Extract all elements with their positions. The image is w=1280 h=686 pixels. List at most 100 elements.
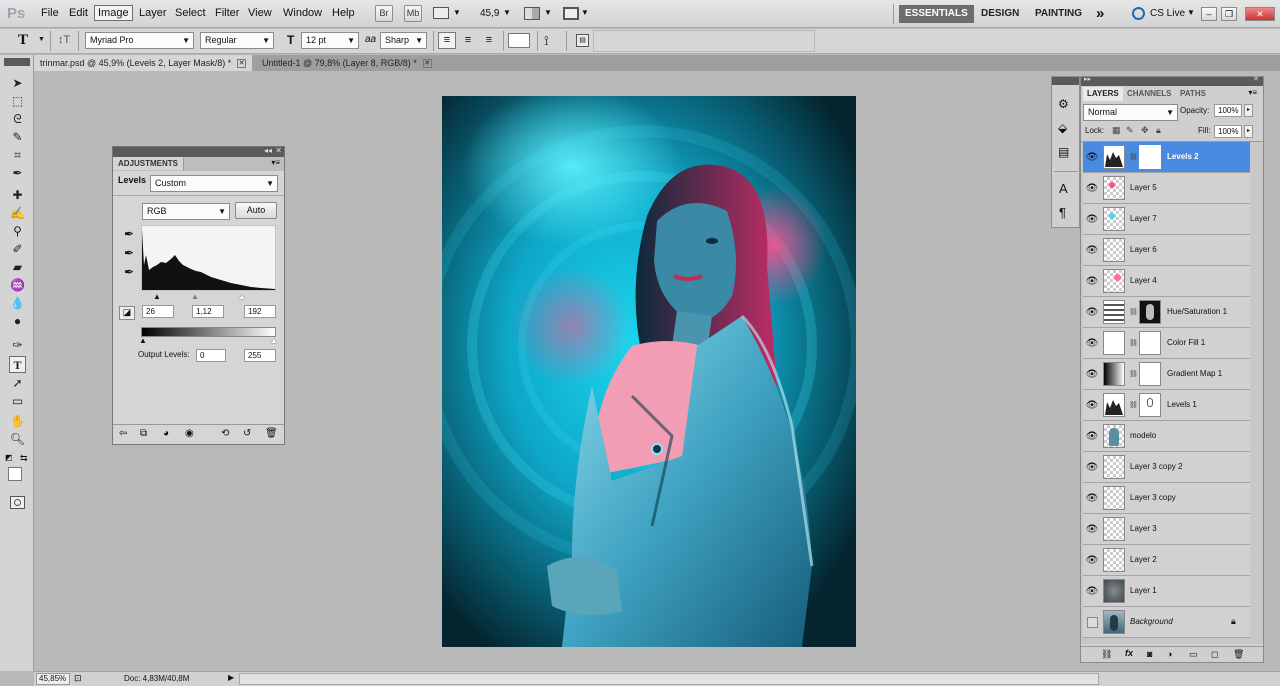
menu-file[interactable]: File <box>41 7 59 19</box>
align-left-icon[interactable]: ≡ <box>438 32 456 49</box>
quick-mask-icon[interactable] <box>10 496 25 509</box>
layer-row-levels-2[interactable]: 👁︎ ⛓ Levels 2 <box>1083 142 1250 173</box>
tab-adjustments[interactable]: ADJUSTMENTS <box>113 157 185 170</box>
layer-row-layer-3-copy-2[interactable]: 👁︎ Layer 3 copy 2 <box>1083 452 1250 483</box>
workspace-design[interactable]: DESIGN <box>975 5 1025 23</box>
eye-icon[interactable]: 👁︎ <box>1085 524 1099 535</box>
paragraph-panel-icon[interactable]: ¶ <box>1059 205 1066 220</box>
masks-panel-icon[interactable]: ⬙ <box>1058 121 1067 135</box>
layer-row-color-fill-1[interactable]: 👁︎ ⛓ Color Fill 1 <box>1083 328 1250 359</box>
minibridge-button[interactable]: Mb <box>404 5 422 22</box>
eye-icon[interactable]: 👁︎ <box>1085 369 1099 380</box>
foreground-color-swatch[interactable] <box>8 467 22 481</box>
clipping-preview-icon[interactable]: ◪ <box>119 306 135 320</box>
cs-live-label[interactable]: CS Live <box>1150 8 1185 19</box>
return-to-list-icon[interactable]: ⇦ <box>119 428 127 439</box>
brush-tool-icon[interactable]: ✍ <box>9 205 26 222</box>
eye-icon[interactable]: 👁︎ <box>1085 276 1099 287</box>
minimize-icon[interactable]: – <box>1201 7 1217 21</box>
lock-transparency-icon[interactable]: ▦ <box>1112 125 1121 136</box>
layer-row-layer-4[interactable]: 👁︎ Layer 4 <box>1083 266 1250 297</box>
close-icon[interactable]: ✕ <box>422 59 432 69</box>
close-icon[interactable]: ✕ <box>1253 75 1259 83</box>
zoom-field[interactable]: 45,85% <box>36 673 70 685</box>
mask-thumbnail[interactable] <box>1139 145 1161 169</box>
link-layers-icon[interactable]: ⛓ <box>1101 649 1112 660</box>
zoom-level-display[interactable]: 45,9 <box>480 8 499 19</box>
paint-bucket-icon[interactable]: ♒ <box>9 277 26 294</box>
menu-select[interactable]: Select <box>175 7 206 19</box>
menu-image[interactable]: Image <box>94 5 133 21</box>
preset-select[interactable]: Custom ▼ <box>150 175 278 192</box>
layer-row-layer-1[interactable]: 👁︎ Layer 1 <box>1083 576 1250 607</box>
reset-icon[interactable]: ↺ <box>243 428 251 439</box>
restore-icon[interactable]: ❐ <box>1221 7 1237 21</box>
chevron-down-icon[interactable]: ▼ <box>453 8 461 17</box>
align-center-icon[interactable]: ≡ <box>459 32 477 49</box>
warp-text-icon[interactable]: ⟟ <box>544 33 549 49</box>
eye-icon[interactable]: 👁︎ <box>1085 338 1099 349</box>
lasso-tool-icon[interactable]: ᘓ <box>9 111 26 128</box>
menu-window[interactable]: Window <box>283 7 322 19</box>
layer-row-layer-5[interactable]: 👁︎ Layer 5 <box>1083 173 1250 204</box>
toggle-orientation-icon[interactable]: ↕T <box>58 34 70 46</box>
layer-row-levels-1[interactable]: 👁︎ ⛓ Levels 1 <box>1083 390 1250 421</box>
history-brush-icon[interactable]: ✐ <box>9 241 26 258</box>
chevron-down-icon[interactable]: ▼ <box>38 36 45 43</box>
path-selection-icon[interactable]: ➚ <box>9 375 26 392</box>
font-family-select[interactable]: Myriad Pro ▼ <box>85 32 194 49</box>
link-icon[interactable]: ⛓ <box>1129 153 1138 161</box>
character-panel-icon[interactable]: ▤ <box>576 34 589 47</box>
hand-tool-icon[interactable]: ✋ <box>9 413 26 430</box>
layer-row-modelo[interactable]: 👁︎ modelo <box>1083 421 1250 452</box>
tab-layers[interactable]: LAYERS <box>1083 87 1123 101</box>
link-icon[interactable]: ⛓ <box>1129 370 1138 378</box>
arrange-documents-icon[interactable] <box>524 7 540 20</box>
close-icon[interactable]: ✕ <box>275 146 282 155</box>
fill-field[interactable]: 100% <box>1214 125 1242 138</box>
chevron-right-icon[interactable]: ▸ <box>1244 104 1253 117</box>
panel-menu-icon[interactable]: ▾≡ <box>1248 88 1257 97</box>
text-color-swatch[interactable] <box>508 33 530 48</box>
lock-position-icon[interactable]: ✥ <box>1141 125 1149 136</box>
eye-icon[interactable]: 👁︎ <box>1085 431 1099 442</box>
antialias-select[interactable]: Sharp ▼ <box>380 32 427 49</box>
layer-row-gradient-map-1[interactable]: 👁︎ ⛓ Gradient Map 1 <box>1083 359 1250 390</box>
tab-trinmar[interactable]: trinmar.psd @ 45,9% (Levels 2, Layer Mas… <box>34 55 253 71</box>
eye-icon[interactable]: 👁︎ <box>1085 493 1099 504</box>
black-point-eyedropper-icon[interactable]: ✒ <box>124 227 134 241</box>
view-extras-icon[interactable] <box>433 7 449 19</box>
add-mask-icon[interactable]: ◙ <box>1147 649 1152 659</box>
blur-tool-icon[interactable]: 💧 <box>9 295 26 312</box>
eye-icon[interactable]: 👁︎ <box>1085 214 1099 225</box>
font-size-select[interactable]: 12 pt ▼ <box>301 32 359 49</box>
expand-icon[interactable]: ▸▸ <box>1084 75 1091 83</box>
chevron-down-icon[interactable]: ▼ <box>503 8 511 17</box>
layer-row-layer-3[interactable]: 👁︎ Layer 3 <box>1083 514 1250 545</box>
horizontal-scrollbar[interactable] <box>239 673 1099 685</box>
eye-icon[interactable]: 👁︎ <box>1085 555 1099 566</box>
screen-mode-icon[interactable] <box>563 7 579 20</box>
eye-icon[interactable]: 👁︎ <box>1085 400 1099 411</box>
layer-row-hue-saturation-1[interactable]: 👁︎ ⛓ Hue/Saturation 1 <box>1083 297 1250 328</box>
auto-button[interactable]: Auto <box>235 202 277 219</box>
output-white-slider[interactable]: ▲ <box>270 336 278 345</box>
eye-icon[interactable]: 👁︎ <box>1085 586 1099 597</box>
input-white-field[interactable]: 192 <box>244 305 276 318</box>
eye-icon[interactable]: 👁︎ <box>1085 307 1099 318</box>
visibility-toggle-empty[interactable] <box>1087 617 1098 628</box>
pen-tool-icon[interactable]: ✑ <box>9 337 26 354</box>
swap-colors-icon[interactable]: ⇆ <box>20 453 28 464</box>
link-icon[interactable]: ⛓ <box>1129 401 1138 409</box>
trash-icon[interactable]: 🗑︎ <box>1233 649 1244 660</box>
panel-header-bar[interactable]: ◂◂ ✕ <box>113 146 284 157</box>
output-black-slider[interactable]: ▲ <box>139 336 147 345</box>
menu-help[interactable]: Help <box>332 7 355 19</box>
status-preview-icon[interactable]: ⊡ <box>74 673 82 684</box>
close-icon[interactable]: ✕ <box>1245 7 1275 21</box>
default-colors-icon[interactable]: ◩ <box>5 453 13 462</box>
menu-filter[interactable]: Filter <box>215 7 239 19</box>
input-gamma-slider[interactable]: ▲ <box>191 292 199 301</box>
type-tool-icon[interactable]: T <box>18 32 28 49</box>
rectangle-tool-icon[interactable]: ▭ <box>9 393 26 410</box>
